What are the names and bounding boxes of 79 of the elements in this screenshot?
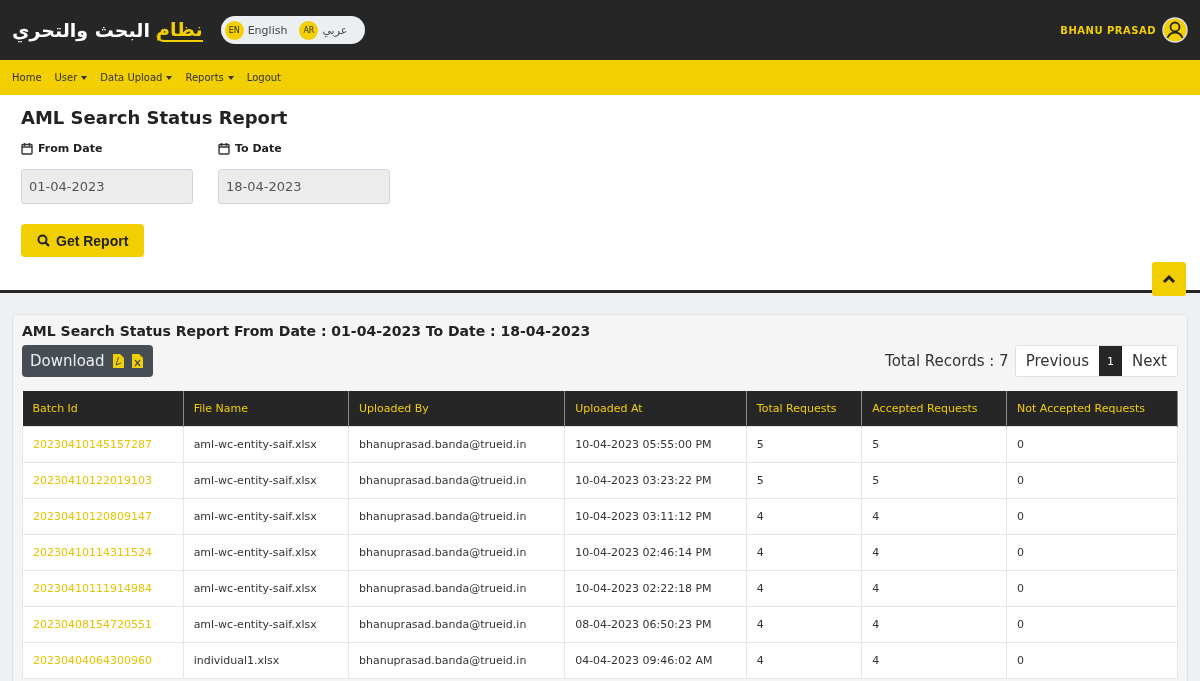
- nav-link[interactable]: User: [54, 72, 88, 83]
- report-title: AML Search Status Report From Date : 01-04-2023 To Date : 18-04-2023: [22, 323, 592, 339]
- table-cell: 0: [1006, 426, 1178, 463]
- field-label: From Date: [21, 142, 193, 155]
- table-cell: 4: [861, 570, 1007, 607]
- table-cell: aml-wc-entity-saif.xlsx: [183, 606, 349, 643]
- table-cell: 5: [746, 426, 862, 463]
- scroll-top-button[interactable]: [1152, 262, 1186, 296]
- column-header: Uploaded At: [564, 391, 747, 427]
- table-cell: bhanuprasad.banda@trueid.in: [348, 462, 565, 499]
- table-cell: bhanuprasad.banda@trueid.in: [348, 642, 565, 679]
- page-button[interactable]: 1: [1099, 346, 1123, 376]
- table-cell: bhanuprasad.banda@trueid.in: [348, 570, 565, 607]
- user-avatar-icon[interactable]: [1162, 17, 1188, 43]
- table-cell: bhanuprasad.banda@trueid.in: [348, 498, 565, 535]
- download-button[interactable]: Download: [22, 345, 153, 377]
- table-cell: aml-wc-entity-saif.xlsx: [183, 498, 349, 535]
- table-cell: aml-wc-entity-saif.xlsx: [183, 534, 349, 571]
- table-cell: 10-04-2023 05:55:00 PM: [564, 426, 747, 463]
- table-cell: 10-04-2023 03:11:12 PM: [564, 498, 747, 535]
- chevron-up-icon: [1162, 274, 1176, 284]
- get-report-button[interactable]: Get Report: [21, 224, 145, 257]
- table-cell: aml-wc-entity-saif.xlsx: [183, 462, 349, 499]
- column-header: Not Accepted Requests: [1006, 391, 1178, 427]
- table-cell: 0: [1006, 498, 1178, 535]
- table-cell: 4: [861, 498, 1007, 535]
- calendar-icon: [218, 142, 230, 155]
- column-header: Uploaded By: [348, 391, 565, 427]
- pdf-file-icon[interactable]: [112, 354, 124, 368]
- table-cell: 0: [1006, 462, 1178, 499]
- logo-text: البحث والتحري: [12, 19, 150, 41]
- nav-link[interactable]: Reports: [185, 72, 234, 83]
- table-cell: 08-04-2023 06:50:23 PM: [564, 606, 747, 643]
- search-icon: [37, 234, 50, 247]
- table-cell: 0: [1006, 642, 1178, 679]
- table-cell: 4: [746, 534, 862, 571]
- language-label[interactable]: عربي: [322, 23, 348, 37]
- table-cell: 4: [746, 606, 862, 643]
- table-cell: 5: [746, 462, 862, 499]
- page-title: AML Search Status Report: [21, 107, 289, 128]
- table-cell: 4: [746, 570, 862, 607]
- table-cell: 10-04-2023 02:46:14 PM: [564, 534, 747, 571]
- field-label: To Date: [218, 142, 390, 155]
- table-cell: 10-04-2023 03:23:22 PM: [564, 462, 747, 499]
- column-header: Accepted Requests: [861, 391, 1007, 427]
- table-cell: bhanuprasad.banda@trueid.in: [348, 606, 565, 643]
- language-code[interactable]: AR: [299, 20, 319, 40]
- table-cell: bhanuprasad.banda@trueid.in: [348, 426, 565, 463]
- nav-link[interactable]: Data Upload: [100, 72, 173, 83]
- table-cell: aml-wc-entity-saif.xlsx: [183, 570, 349, 607]
- table-cell: 4: [861, 642, 1007, 679]
- table-cell: 4: [861, 534, 1007, 571]
- table-cell: 10-04-2023 02:22:18 PM: [564, 570, 747, 607]
- date-field[interactable]: 01-04-2023: [21, 169, 193, 204]
- table-cell: bhanuprasad.banda@trueid.in: [348, 534, 565, 571]
- language-label[interactable]: English: [247, 23, 288, 37]
- table-cell: 4: [746, 642, 862, 679]
- nav-link[interactable]: Home: [12, 72, 42, 83]
- excel-file-icon[interactable]: [131, 354, 143, 368]
- table-cell: 4: [861, 606, 1007, 643]
- table-cell: 04-04-2023 09:46:02 AM: [564, 642, 747, 679]
- table-cell: 0: [1006, 606, 1178, 643]
- nav-link[interactable]: Logout: [246, 72, 282, 83]
- language-code[interactable]: EN: [224, 20, 244, 40]
- user-name[interactable]: BHANU PRASAD: [1060, 24, 1156, 36]
- column-header: Total Requests: [746, 391, 862, 427]
- table-cell: 4: [746, 498, 862, 535]
- table-cell: 0: [1006, 570, 1178, 607]
- table-cell: 0: [1006, 534, 1178, 571]
- table-cell: individual1.xlsx: [183, 642, 349, 679]
- table-cell: 5: [861, 462, 1007, 499]
- logo-accent-text: نظام: [155, 18, 203, 42]
- column-header: Batch Id: [22, 391, 184, 427]
- calendar-icon: [21, 142, 33, 155]
- total-records: Total Records : 7: [885, 352, 1009, 370]
- table-cell: 5: [861, 426, 1007, 463]
- table-cell: aml-wc-entity-saif.xlsx: [183, 426, 349, 463]
- column-header: File Name: [183, 391, 349, 427]
- date-field[interactable]: 18-04-2023: [218, 169, 390, 204]
